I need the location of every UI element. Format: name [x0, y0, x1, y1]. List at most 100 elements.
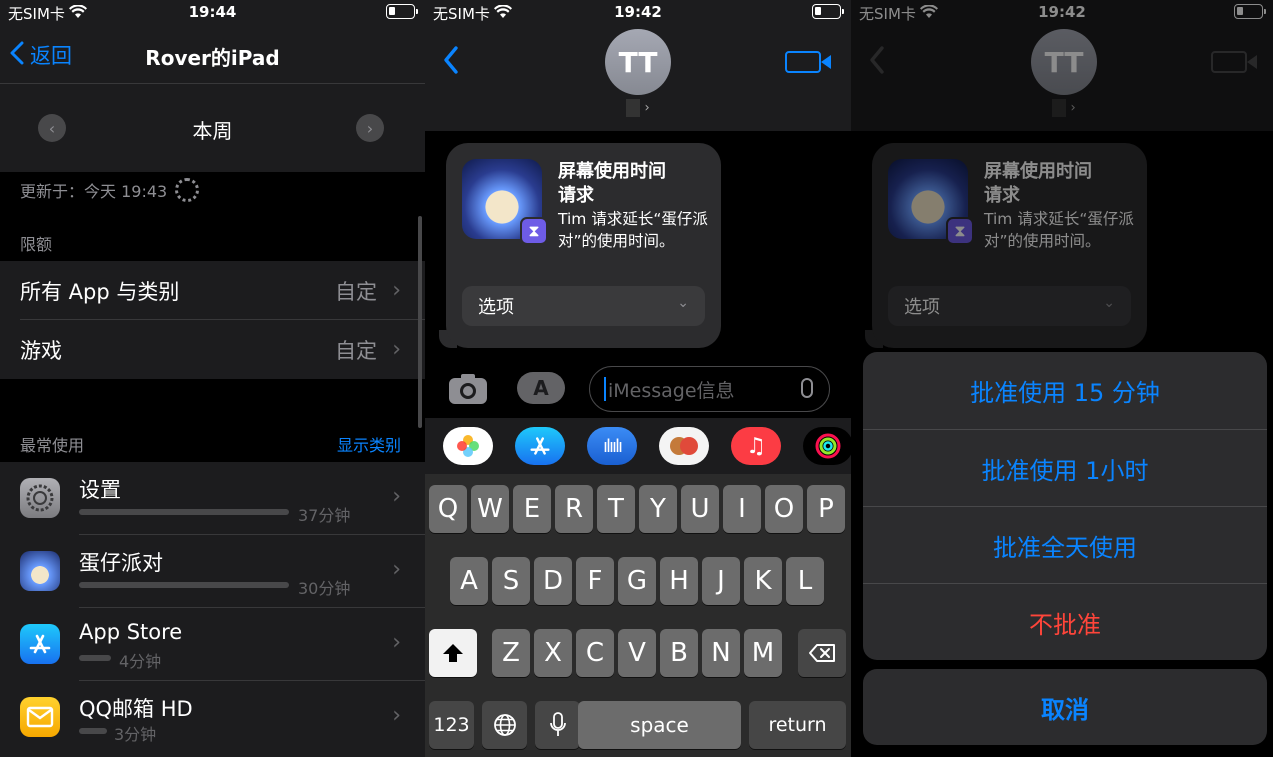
updated-label: 更新于：今天 19:43: [20, 182, 168, 201]
conversation-header: 无SIM卡 19:42 TT ›: [425, 0, 851, 131]
mail-icon: [20, 697, 60, 737]
key-w[interactable]: W: [471, 485, 509, 533]
key-b[interactable]: B: [660, 629, 698, 677]
messages-screen: 无SIM卡 19:42 TT › ⧗ 屏幕使用时间 请求 Tim 请求延长“蛋仔…: [425, 0, 851, 757]
delete-key[interactable]: [798, 629, 846, 677]
app-row-settings[interactable]: 设置 37分钟 ›: [0, 462, 425, 535]
back-button[interactable]: [443, 44, 459, 82]
app-name: 蛋仔派对: [79, 551, 163, 575]
music-icon[interactable]: ♫: [731, 427, 781, 465]
chevron-right-icon: ›: [392, 630, 401, 655]
chevron-right-icon: ›: [392, 557, 401, 582]
app-store-icon[interactable]: [515, 427, 565, 465]
return-key[interactable]: return: [749, 701, 846, 749]
battery-icon: [812, 4, 844, 19]
key-k[interactable]: K: [744, 557, 782, 605]
loading-spinner-icon: [175, 178, 200, 202]
key-n[interactable]: N: [702, 629, 740, 677]
request-title: 屏幕使用时间 请求: [558, 161, 666, 206]
key-i[interactable]: I: [723, 485, 761, 533]
key-q[interactable]: Q: [429, 485, 467, 533]
video-call-icon[interactable]: [785, 51, 831, 73]
key-m[interactable]: M: [744, 629, 782, 677]
request-body: Tim 请求延长“蛋仔派对”的使用时间。: [558, 210, 708, 250]
app-store-icon[interactable]: A: [517, 372, 565, 404]
key-f[interactable]: F: [576, 557, 614, 605]
key-e[interactable]: E: [513, 485, 551, 533]
key-j[interactable]: J: [702, 557, 740, 605]
approve-1-hour-button[interactable]: 批准使用 1小时: [863, 429, 1267, 506]
message-placeholder: iMessage信息: [608, 379, 735, 402]
next-week-button[interactable]: ›: [356, 114, 384, 142]
usage-time: 30分钟: [298, 579, 351, 598]
limit-value: 自定: [335, 338, 377, 363]
chevron-down-icon: ⌄: [677, 295, 689, 311]
chevron-right-icon: ›: [392, 337, 401, 362]
key-h[interactable]: H: [660, 557, 698, 605]
key-u[interactable]: U: [681, 485, 719, 533]
key-v[interactable]: V: [618, 629, 656, 677]
status-bar: 无SIM卡 19:44: [0, 0, 425, 26]
space-key[interactable]: space: [578, 701, 741, 749]
memoji-icon[interactable]: [659, 427, 709, 465]
limit-row-games[interactable]: 游戏 自定 ›: [0, 320, 425, 379]
key-y[interactable]: Y: [639, 485, 677, 533]
camera-icon[interactable]: [449, 372, 487, 404]
scrollbar[interactable]: [418, 216, 422, 428]
cancel-button[interactable]: 取消: [863, 669, 1267, 745]
show-categories-link[interactable]: 显示类别: [337, 432, 401, 456]
app-name: 设置: [79, 478, 121, 502]
audio-message-icon[interactable]: ılıılı: [587, 427, 637, 465]
key-c[interactable]: C: [576, 629, 614, 677]
app-name: App Store: [79, 620, 183, 644]
globe-key[interactable]: [482, 701, 527, 749]
usage-time: 37分钟: [298, 506, 351, 525]
microphone-icon[interactable]: [801, 378, 813, 398]
screen-time-screen: 无SIM卡 19:44 返回 Rover的iPad ‹ 本周 › 更新于：今天 …: [0, 0, 425, 757]
imessage-app-strip: ılıılı ♫: [425, 418, 851, 474]
options-label: 选项: [478, 297, 514, 318]
key-r[interactable]: R: [555, 485, 593, 533]
shift-key[interactable]: [429, 629, 477, 677]
key-a[interactable]: A: [450, 557, 488, 605]
message-input[interactable]: iMessage信息: [589, 366, 830, 412]
options-button[interactable]: 选项 ⌄: [462, 286, 705, 326]
limit-row-all-apps[interactable]: 所有 App 与类别 自定 ›: [0, 261, 425, 320]
usage-bar: [79, 655, 111, 661]
status-time: 19:42: [614, 3, 662, 21]
photos-icon[interactable]: [443, 427, 493, 465]
limits-group: 所有 App 与类别 自定 › 游戏 自定 ›: [0, 261, 425, 379]
week-selector: ‹ 本周 ›: [0, 84, 425, 172]
activity-icon[interactable]: [803, 427, 851, 465]
dictation-key[interactable]: [535, 701, 580, 749]
most-used-header: 最常使用: [20, 436, 85, 455]
key-s[interactable]: S: [492, 557, 530, 605]
key-p[interactable]: P: [807, 485, 845, 533]
key-g[interactable]: G: [618, 557, 656, 605]
chevron-right-icon: ›: [392, 484, 401, 509]
approve-15-minutes-button[interactable]: 批准使用 15 分钟: [863, 352, 1267, 429]
keyboard: ılıılı ♫ Q W E R T Y U I O P A S D F G H…: [425, 418, 851, 757]
key-l[interactable]: L: [786, 557, 824, 605]
app-row-qq-mail[interactable]: QQ邮箱 HD 3分钟 ›: [0, 681, 425, 754]
globe-icon: [493, 714, 516, 736]
screen-time-request-bubble[interactable]: ⧗ 屏幕使用时间 请求 Tim 请求延长“蛋仔派对”的使用时间。 选项 ⌄: [446, 143, 721, 348]
status-bar: 无SIM卡 19:42: [425, 0, 851, 26]
limit-label: 所有 App 与类别: [20, 279, 180, 304]
key-d[interactable]: D: [534, 557, 572, 605]
chevron-right-icon: ›: [366, 118, 374, 138]
approve-all-day-button[interactable]: 批准全天使用: [863, 506, 1267, 583]
contact-name[interactable]: ›: [618, 99, 658, 117]
usage-bar: [79, 509, 289, 515]
app-row-app-store[interactable]: App Store 4分钟 ›: [0, 608, 425, 681]
key-z[interactable]: Z: [492, 629, 530, 677]
numbers-key[interactable]: 123: [429, 701, 474, 749]
key-o[interactable]: O: [765, 485, 803, 533]
key-t[interactable]: T: [597, 485, 635, 533]
app-row-game[interactable]: 蛋仔派对 30分钟 ›: [0, 535, 425, 608]
avatar[interactable]: TT: [605, 29, 671, 95]
usage-bar: [79, 582, 289, 588]
gear-icon: [20, 478, 60, 518]
key-x[interactable]: X: [534, 629, 572, 677]
deny-button[interactable]: 不批准: [863, 583, 1267, 660]
